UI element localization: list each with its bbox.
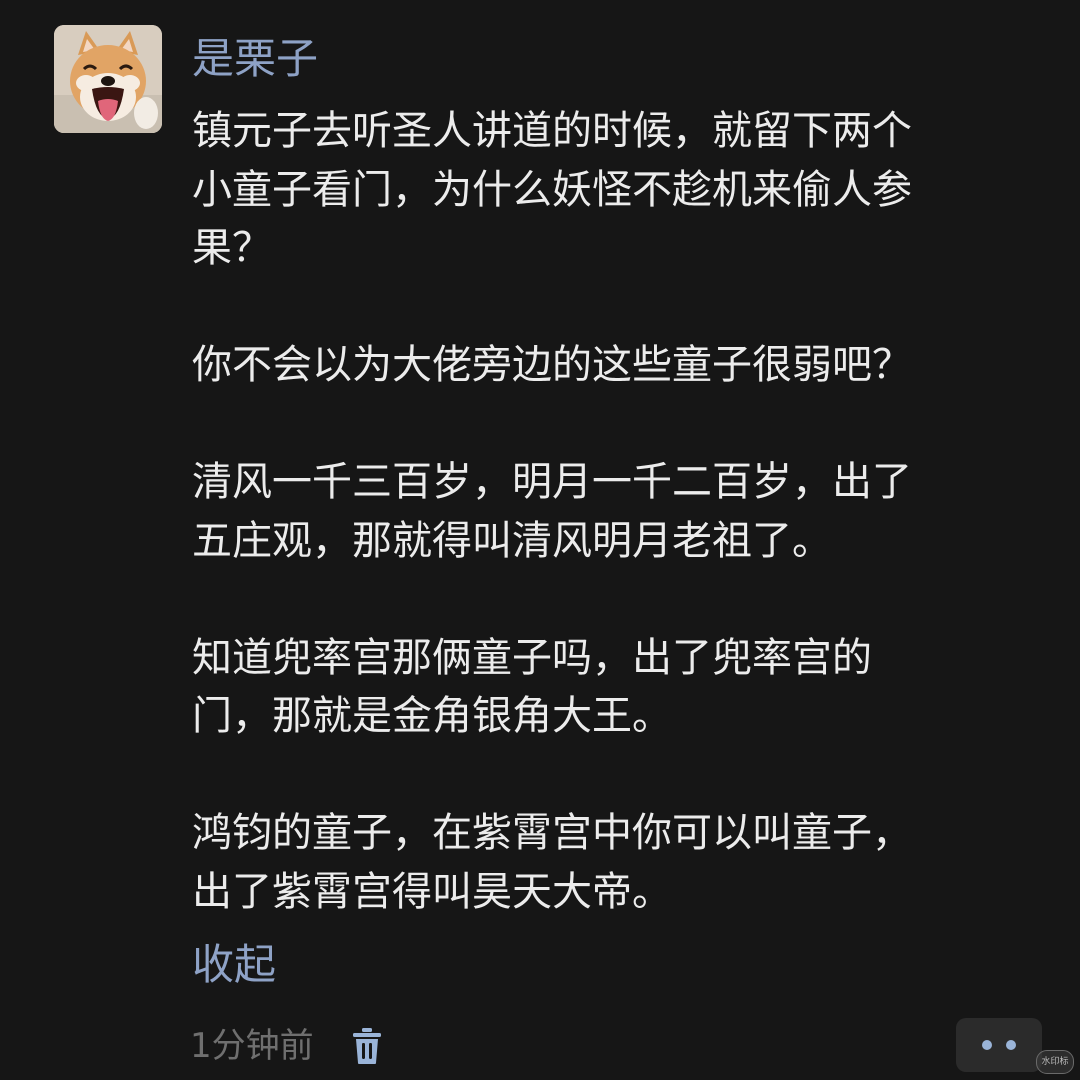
comment-paragraph-5: 鸿钧的童子，在紫霄宫中你可以叫童子， 出了紫霄宫得叫昊天大帝。	[192, 810, 912, 915]
watermark: 水印标	[1036, 1050, 1074, 1074]
comment-paragraph-1: 镇元子去听圣人讲道的时候，就留下两个 小童子看门，为什么妖怪不趁机来偷人参 果？	[192, 108, 912, 271]
comment-detail-screen: 是栗子 镇元子去听圣人讲道的时候，就留下两个 小童子看门，为什么妖怪不趁机来偷人…	[0, 0, 1080, 1080]
shiba-dog-avatar-icon	[54, 25, 162, 133]
trash-icon[interactable]	[352, 1027, 382, 1065]
collapse-link[interactable]: 收起	[192, 936, 276, 994]
comment-body: 镇元子去听圣人讲道的时候，就留下两个 小童子看门，为什么妖怪不趁机来偷人参 果？…	[192, 102, 1042, 921]
avatar[interactable]	[54, 25, 162, 133]
comment-meta: 1分钟前	[190, 1022, 382, 1070]
comment-paragraph-4: 知道兜率宫那俩童子吗，出了兜率宫的 门，那就是金角银角大王。	[192, 634, 872, 740]
comment-paragraph-3: 清风一千三百岁，明月一千二百岁，出了 五庄观，那就得叫清风明月老祖了。	[192, 459, 912, 564]
more-dots-icon	[1006, 1040, 1016, 1050]
more-dots-icon	[982, 1040, 992, 1050]
more-options-button[interactable]	[956, 1018, 1042, 1072]
comment-paragraph-2: 你不会以为大佬旁边的这些童子很弱吧？	[192, 342, 912, 388]
timestamp: 1分钟前	[190, 1026, 314, 1066]
username[interactable]: 是栗子	[192, 30, 318, 88]
